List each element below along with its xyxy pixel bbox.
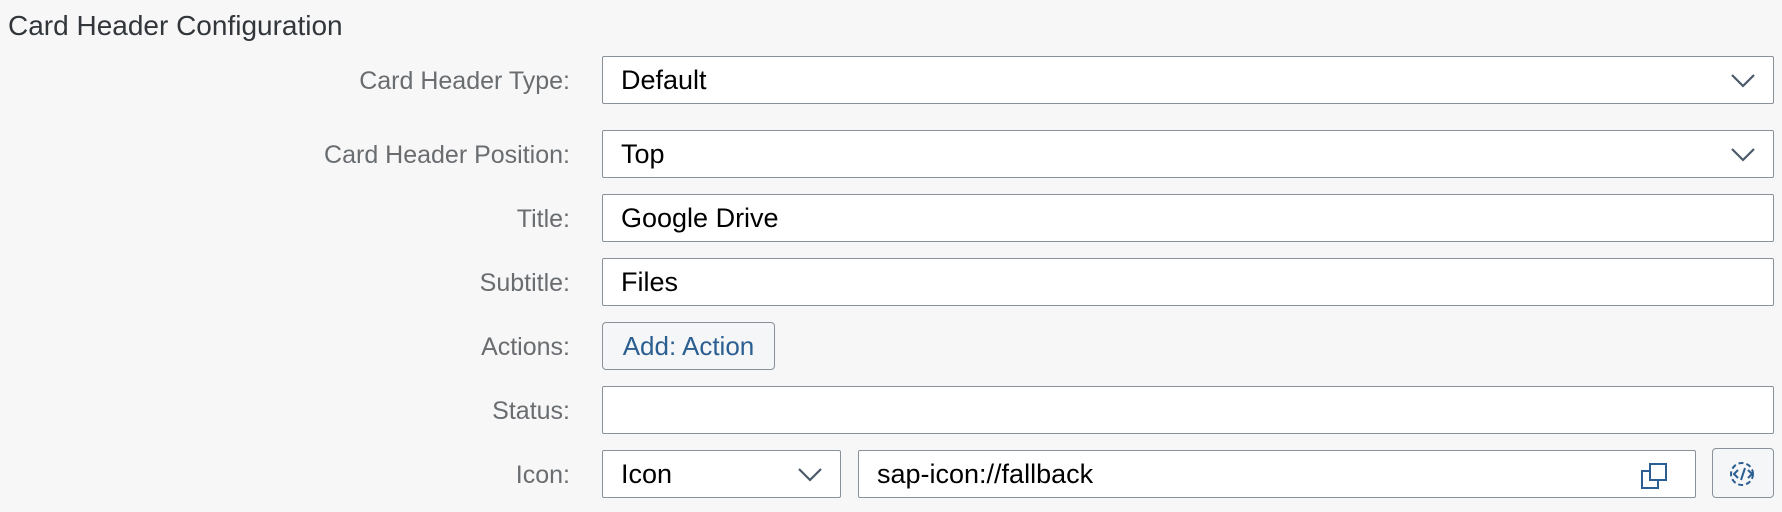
row-subtitle: Subtitle: Files (0, 258, 1782, 308)
row-status: Status: (0, 386, 1782, 436)
row-icon: Icon: Icon sap-icon://fallback (0, 448, 1782, 500)
card-header-type-value: Default (621, 65, 707, 95)
gear-code-icon (1730, 462, 1754, 486)
row-card-header-type: Card Header Type: Default (0, 56, 1782, 106)
add-action-button[interactable]: Add: Action (602, 322, 775, 370)
row-actions: Actions: Add: Action (0, 322, 1782, 372)
subtitle-value: Files (621, 267, 679, 297)
card-header-type-select[interactable]: Default (602, 56, 1774, 104)
icon-type-value: Icon (621, 459, 673, 489)
icon-type-select[interactable]: Icon (602, 450, 841, 498)
card-header-position-select[interactable]: Top (602, 130, 1774, 178)
icon-settings-button[interactable] (1712, 448, 1774, 498)
status-input[interactable] (602, 386, 1774, 434)
chevron-down-icon[interactable] (1729, 143, 1757, 165)
title-label: Title: (516, 205, 570, 233)
row-title: Title: Google Drive (0, 194, 1782, 244)
card-header-type-label: Card Header Type: (359, 67, 570, 95)
card-header-position-value: Top (621, 139, 665, 169)
copy-icon[interactable] (1639, 461, 1669, 491)
section-title: Card Header Configuration (8, 10, 343, 41)
title-value: Google Drive (621, 203, 779, 233)
icon-src-value: sap-icon://fallback (877, 459, 1094, 489)
subtitle-label: Subtitle: (479, 269, 570, 297)
icon-src-input[interactable]: sap-icon://fallback (858, 450, 1696, 498)
actions-label: Actions: (481, 333, 570, 361)
status-label: Status: (492, 397, 570, 425)
title-input[interactable]: Google Drive (602, 194, 1774, 242)
chevron-down-icon[interactable] (1729, 69, 1757, 91)
icon-label: Icon: (515, 461, 570, 489)
subtitle-input[interactable]: Files (602, 258, 1774, 306)
row-card-header-position: Card Header Position: Top (0, 130, 1782, 180)
card-header-position-label: Card Header Position: (324, 141, 570, 169)
chevron-down-icon[interactable] (796, 463, 824, 485)
